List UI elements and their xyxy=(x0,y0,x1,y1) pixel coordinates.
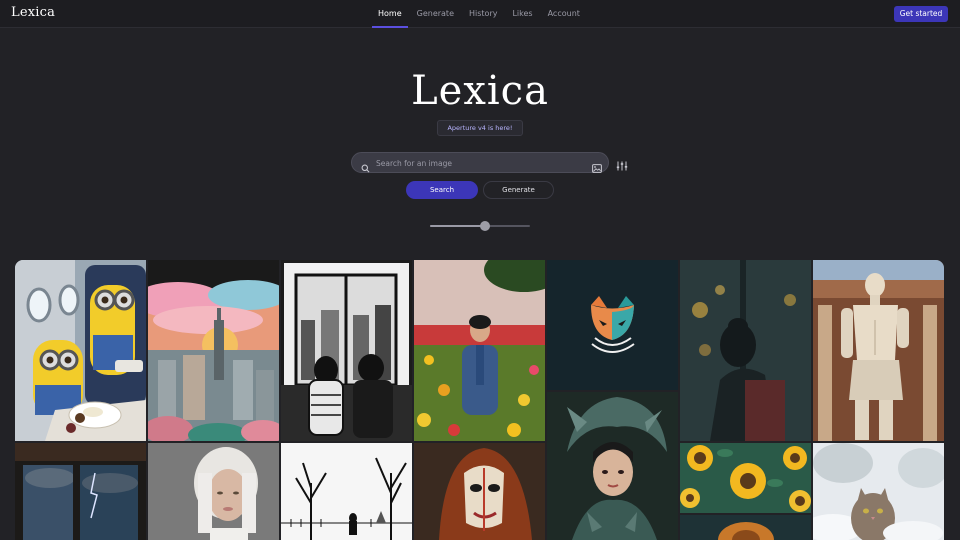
announcement-badge[interactable]: Aperture v4 is here! xyxy=(437,120,523,136)
city-sunset-illustration-image[interactable] xyxy=(148,260,279,441)
platinum-hair-portrait-image[interactable] xyxy=(148,443,279,540)
nav-home[interactable]: Home xyxy=(372,0,408,28)
couple-window-sketch-image[interactable] xyxy=(281,260,412,441)
header-logo[interactable]: Lexica xyxy=(11,5,55,20)
man-in-flower-field-image[interactable] xyxy=(414,260,545,441)
nav-generate[interactable]: Generate xyxy=(411,0,460,28)
cat-in-snow-image[interactable] xyxy=(813,443,944,540)
size-slider[interactable] xyxy=(430,220,530,232)
search-input[interactable] xyxy=(376,156,576,170)
search-bar[interactable] xyxy=(351,152,609,173)
search-icon xyxy=(361,158,370,177)
filters-icon[interactable] xyxy=(616,157,628,171)
main-nav: Home Generate History Likes Account xyxy=(372,0,589,28)
minions-on-airplane-image[interactable] xyxy=(15,260,146,441)
slider-fill xyxy=(430,225,485,227)
sunflowers-bottom-image[interactable] xyxy=(680,515,811,540)
nav-history[interactable]: History xyxy=(463,0,503,28)
fox-logo-image[interactable] xyxy=(547,260,678,390)
nav-likes[interactable]: Likes xyxy=(506,0,538,28)
winter-trees-sketch-image[interactable] xyxy=(281,443,412,540)
generate-button[interactable]: Generate xyxy=(483,181,554,199)
search-button[interactable]: Search xyxy=(406,181,478,199)
sunflowers-image[interactable] xyxy=(680,443,811,513)
storm-window-image[interactable] xyxy=(15,443,146,540)
jester-mask-image[interactable] xyxy=(414,443,545,540)
hero-logo: Lexica xyxy=(411,68,549,114)
dragon-armor-woman-image[interactable] xyxy=(547,392,678,540)
image-upload-icon[interactable] xyxy=(592,158,602,177)
get-started-button[interactable]: Get started xyxy=(894,6,948,22)
slider-thumb[interactable] xyxy=(480,221,490,231)
marble-statue-image[interactable] xyxy=(813,260,944,441)
woman-rainy-window-image[interactable] xyxy=(680,260,811,441)
nav-account[interactable]: Account xyxy=(542,0,586,28)
top-navigation-bar: Lexica Home Generate History Likes Accou… xyxy=(0,0,960,28)
